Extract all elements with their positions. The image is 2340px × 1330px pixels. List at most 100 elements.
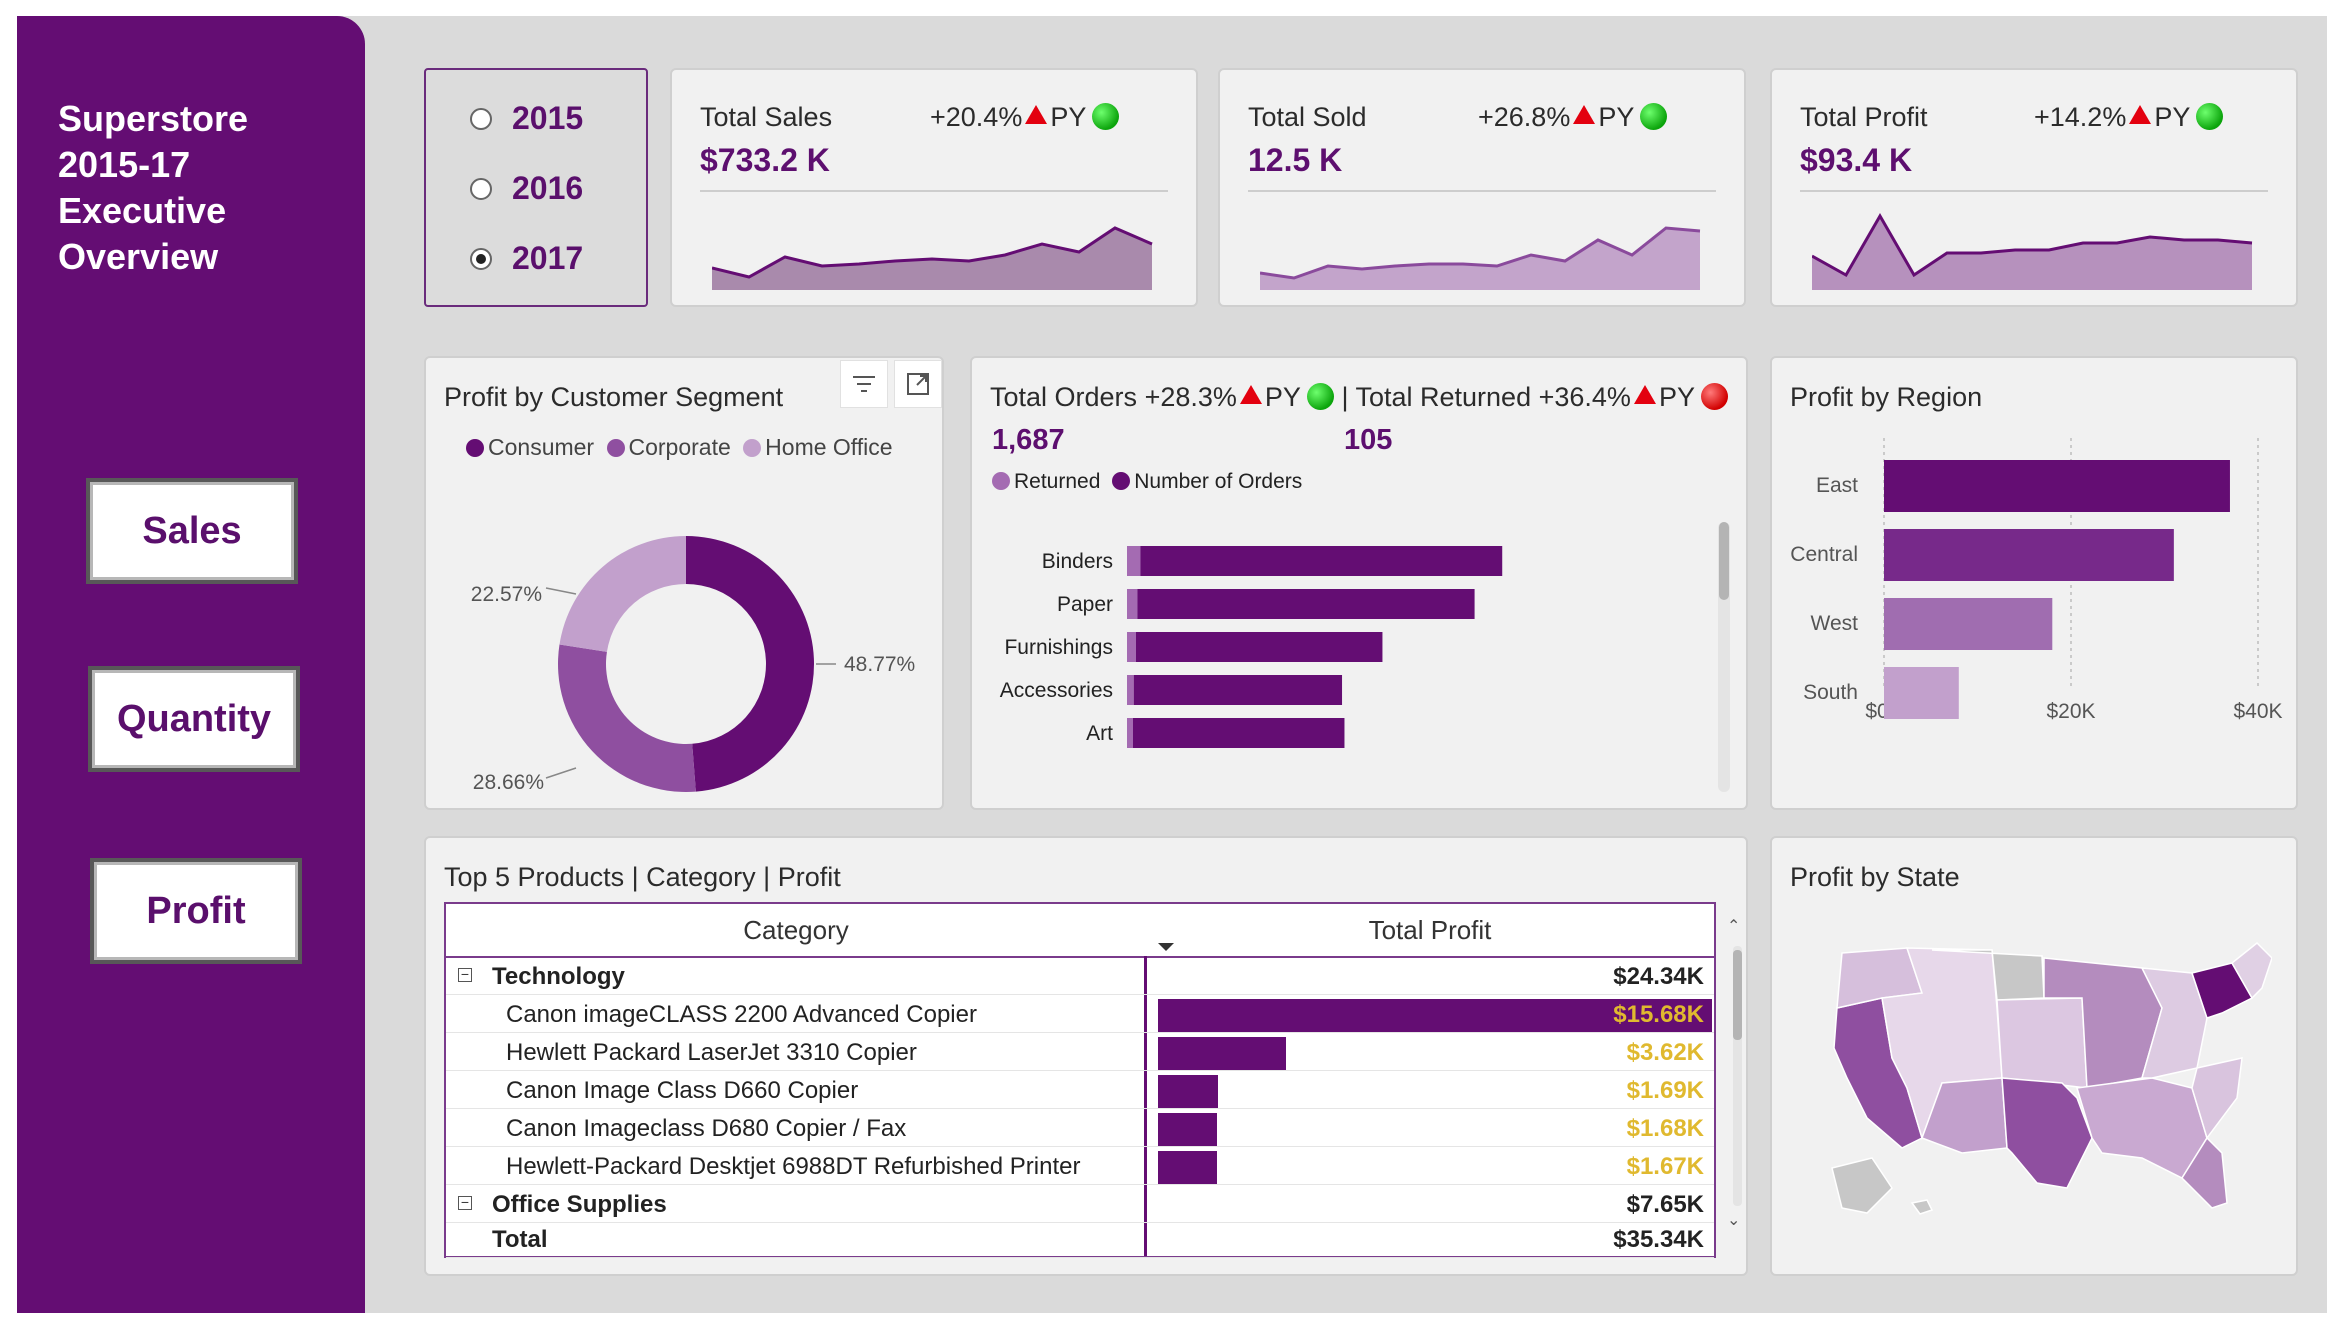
table-row[interactable]: Canon Image Class D660 Copier $1.69K bbox=[446, 1072, 1714, 1109]
green-status-icon bbox=[1306, 383, 1334, 410]
kpi-delta: +26.8% PY bbox=[1478, 102, 1668, 133]
returned-bar[interactable] bbox=[1127, 675, 1134, 705]
legend-dot bbox=[1112, 472, 1131, 490]
radio-selected-icon[interactable] bbox=[470, 247, 492, 270]
table-row[interactable]: Hewlett-Packard Desktjet 6988DT Refurbis… bbox=[446, 1148, 1714, 1185]
header-separator: | bbox=[1341, 382, 1349, 412]
donut-slice[interactable] bbox=[559, 536, 686, 652]
region-bar-chart: $0K$20K$40KEastCentralWestSouth bbox=[1790, 438, 2283, 723]
table-scrollbar[interactable] bbox=[1733, 946, 1742, 1206]
title-line: 2015-17 bbox=[58, 144, 191, 185]
column-header-total-profit[interactable]: Total Profit bbox=[1146, 904, 1714, 956]
group-row[interactable]: − Office Supplies $7.65K bbox=[446, 1186, 1714, 1223]
region-bar[interactable] bbox=[1884, 529, 2174, 581]
orders-bar[interactable] bbox=[1133, 675, 1343, 705]
sparkline-area bbox=[1260, 228, 1700, 290]
kpi-value: $733.2 K bbox=[700, 142, 830, 178]
year-label: 2015 bbox=[512, 100, 584, 136]
sales-sparkline bbox=[712, 226, 1153, 290]
table-row[interactable]: Canon Imageclass D680 Copier / Fax $1.68K bbox=[446, 1110, 1714, 1147]
returned-bar[interactable] bbox=[1127, 718, 1133, 748]
radio-icon[interactable] bbox=[470, 177, 492, 200]
returned-bar[interactable] bbox=[1127, 589, 1138, 619]
row-separator bbox=[446, 1146, 1714, 1147]
year-option-2017[interactable]: 2017 bbox=[470, 240, 583, 277]
profit-nav-button[interactable]: Profit bbox=[90, 858, 302, 964]
returned-bar[interactable] bbox=[1127, 546, 1141, 576]
orders-bar[interactable] bbox=[1133, 718, 1345, 748]
x-tick-label: $20K bbox=[2046, 700, 2095, 723]
category-axis-label: Paper bbox=[1057, 593, 1113, 616]
row-value: $1.67K bbox=[1626, 1153, 1704, 1180]
filter-icon[interactable] bbox=[840, 360, 888, 408]
column-header-category[interactable]: Category bbox=[446, 904, 1146, 956]
collapse-icon[interactable]: − bbox=[458, 1195, 472, 1210]
segment-legend: Consumer Corporate Home Office bbox=[466, 434, 893, 461]
scroll-down-icon[interactable]: ⌄ bbox=[1727, 1210, 1740, 1230]
row-separator bbox=[446, 1257, 1714, 1258]
group-row[interactable]: − Technology $24.34K bbox=[446, 958, 1714, 995]
legend-dot bbox=[992, 472, 1010, 490]
row-separator bbox=[446, 1108, 1714, 1109]
scroll-up-icon[interactable]: ⌃ bbox=[1727, 916, 1740, 936]
orders-legend: Returned Number of Orders bbox=[992, 470, 1302, 494]
legend-label: Returned bbox=[1014, 470, 1101, 493]
profit-data-bar bbox=[1158, 1113, 1218, 1146]
region-axis-label: South bbox=[1803, 681, 1858, 704]
sparkline-area bbox=[1812, 216, 2252, 290]
divider bbox=[700, 190, 1168, 192]
sort-descending-icon[interactable] bbox=[1156, 941, 1176, 953]
table-row[interactable]: Canon imageCLASS 2200 Advanced Copier $15… bbox=[446, 996, 1714, 1033]
donut-data-label: 48.77% bbox=[844, 653, 915, 676]
quantity-nav-button[interactable]: Quantity bbox=[88, 666, 300, 772]
donut-slice[interactable] bbox=[558, 644, 696, 792]
kpi-card-sold: Total Sold +26.8% PY 12.5 K bbox=[1218, 68, 1746, 307]
donut-label-leader bbox=[545, 767, 577, 779]
legend-dot bbox=[606, 439, 625, 457]
top5-matrix: Category Total Profit − Technology $24.34K… bbox=[444, 902, 1716, 1258]
delta-suffix: PY bbox=[2154, 102, 2191, 132]
year-label: 2017 bbox=[512, 240, 584, 276]
title-line: Overview bbox=[58, 236, 219, 277]
radio-icon[interactable] bbox=[470, 107, 492, 130]
row-label: Canon imageCLASS 2200 Advanced Copier bbox=[506, 1001, 977, 1028]
orders-bar[interactable] bbox=[1137, 589, 1475, 619]
up-triangle-icon bbox=[1239, 385, 1262, 404]
year-option-2015[interactable]: 2015 bbox=[470, 100, 583, 137]
scrollbar-thumb[interactable] bbox=[1719, 522, 1729, 600]
row-value: $7.65K bbox=[1626, 1191, 1704, 1218]
year-option-2016[interactable]: 2016 bbox=[470, 170, 583, 207]
region-bar[interactable] bbox=[1884, 598, 2053, 650]
region-axis-label: Central bbox=[1790, 543, 1858, 566]
row-separator bbox=[446, 994, 1714, 995]
row-label: Hewlett-Packard Desktjet 6988DT Refurbis… bbox=[506, 1153, 1081, 1180]
row-separator bbox=[446, 1070, 1714, 1071]
sales-nav-button[interactable]: Sales bbox=[86, 478, 298, 584]
legend-dot bbox=[466, 439, 484, 457]
kpi-card-profit: Total Profit +14.2% PY $93.4 K bbox=[1770, 68, 2298, 307]
orders-value: 1,687 bbox=[992, 424, 1065, 456]
focus-mode-icon[interactable] bbox=[894, 360, 942, 408]
legend-label: Consumer bbox=[488, 434, 595, 460]
delta-suffix: PY bbox=[1598, 102, 1635, 132]
region-bar[interactable] bbox=[1884, 460, 2230, 512]
profit-data-bar bbox=[1158, 1037, 1286, 1070]
orders-delta: +28.3% bbox=[1144, 382, 1237, 412]
card-title: Profit by State bbox=[1790, 862, 1960, 892]
scrollbar[interactable] bbox=[1718, 522, 1730, 792]
orders-bar[interactable] bbox=[1136, 632, 1383, 662]
orders-bar[interactable] bbox=[1140, 546, 1503, 576]
total-row[interactable]: Total $35.34K bbox=[446, 1221, 1714, 1258]
category-axis-label: Binders bbox=[1042, 550, 1113, 573]
legend-label: Home Office bbox=[765, 434, 893, 460]
region-bar[interactable] bbox=[1884, 667, 1959, 719]
donut-slice[interactable] bbox=[686, 536, 815, 792]
category-axis-label: Art bbox=[1086, 722, 1113, 745]
collapse-icon[interactable]: − bbox=[458, 967, 472, 982]
delta-suffix: PY bbox=[1050, 102, 1087, 132]
up-triangle-icon bbox=[1573, 105, 1596, 124]
kpi-label: Total Sold bbox=[1248, 102, 1367, 132]
table-scrollbar-thumb[interactable] bbox=[1733, 950, 1742, 1040]
returned-bar[interactable] bbox=[1127, 632, 1136, 662]
table-row[interactable]: Hewlett Packard LaserJet 3310 Copier $3.6… bbox=[446, 1034, 1714, 1071]
